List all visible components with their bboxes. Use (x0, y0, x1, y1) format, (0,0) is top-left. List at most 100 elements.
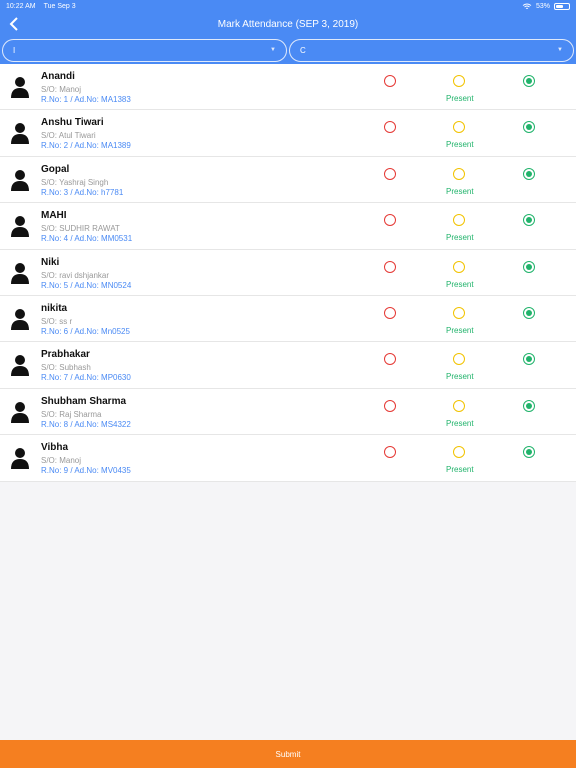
student-parent: S/O: Subhash (41, 363, 91, 373)
student-name: Anandi (41, 71, 75, 82)
present-radio[interactable] (523, 75, 535, 87)
student-parent: S/O: Manoj (41, 456, 82, 466)
student-parent: S/O: SUDHIR RAWAT (41, 224, 120, 234)
student-row: Prabhakar S/O: Subhash R.No: 7 / Ad.No: … (0, 342, 576, 389)
attendance-status: Present (446, 279, 474, 289)
student-name: Prabhakar (41, 349, 90, 361)
app-header: 10:22 AM Tue Sep 3 53% Mark Attendance (… (0, 0, 576, 64)
battery-percent: 53% (535, 2, 550, 10)
late-radio[interactable] (453, 167, 465, 180)
student-ids: R.No: 7 / Ad.No: MP0630 (41, 373, 131, 383)
student-row: Vibha S/O: Manoj R.No: 9 / Ad.No: MV0435… (0, 435, 576, 482)
person-icon (11, 448, 29, 470)
chevron-left-icon (9, 17, 18, 31)
late-radio[interactable] (453, 214, 465, 227)
student-row: Anshu Tiwari S/O: Atul Tiwari R.No: 2 / … (0, 110, 576, 157)
late-radio[interactable] (453, 121, 465, 134)
late-radio[interactable] (453, 353, 465, 366)
student-ids: R.No: 5 / Ad.No: MN0524 (41, 280, 132, 290)
title-bar: Mark Attendance (SEP 3, 2019) (0, 12, 576, 36)
chevron-down-icon: ▼ (270, 47, 276, 53)
battery-icon (554, 2, 570, 10)
person-icon (11, 169, 29, 191)
person-icon (11, 355, 29, 377)
person-icon (11, 401, 29, 423)
present-radio[interactable] (523, 167, 535, 180)
student-name: nikita (41, 302, 68, 314)
absent-radio[interactable] (384, 75, 396, 87)
person-icon (11, 77, 29, 98)
chevron-down-icon: ▼ (557, 47, 563, 53)
student-row: nikita S/O: ss r R.No: 6 / Ad.No: Mn0525… (0, 295, 576, 343)
absent-radio[interactable] (384, 167, 396, 180)
wifi-icon (522, 3, 532, 9)
student-ids: R.No: 4 / Ad.No: MM0531 (41, 234, 133, 244)
student-row: Shubham Sharma S/O: Raj Sharma R.No: 8 /… (0, 388, 576, 436)
person-icon (11, 308, 29, 330)
present-radio[interactable] (523, 399, 535, 412)
attendance-status: Present (446, 325, 474, 335)
student-parent: S/O: Atul Tiwari (41, 131, 96, 141)
student-row: Niki S/O: ravi dshjankar R.No: 5 / Ad.No… (0, 249, 576, 296)
absent-radio[interactable] (384, 446, 396, 459)
absent-radio[interactable] (384, 353, 396, 366)
page-title: Mark Attendance (SEP 3, 2019) (217, 18, 359, 30)
student-ids: R.No: 3 / Ad.No: h7781 (41, 187, 124, 197)
present-radio[interactable] (523, 306, 535, 319)
person-icon (11, 216, 29, 238)
student-name: Gopal (41, 163, 70, 175)
present-radio[interactable] (523, 121, 535, 134)
student-name: Shubham Sharma (41, 395, 127, 407)
student-ids: R.No: 6 / Ad.No: Mn0525 (41, 326, 130, 336)
student-name: Anshu Tiwari (41, 117, 104, 129)
student-ids: R.No: 9 / Ad.No: MV0435 (41, 466, 131, 476)
attendance-status: Present (446, 140, 474, 150)
late-radio[interactable] (453, 399, 465, 412)
filters: I ▼ C ▼ (2, 39, 574, 62)
back-button[interactable] (4, 14, 24, 34)
student-row: MAHI S/O: SUDHIR RAWAT R.No: 4 / Ad.No: … (0, 203, 576, 250)
status-time: 10:22 AM (6, 2, 36, 10)
student-parent: S/O: Yashraj Singh (41, 177, 109, 187)
absent-radio[interactable] (384, 260, 396, 273)
late-radio[interactable] (453, 446, 465, 459)
person-icon (11, 123, 29, 145)
student-name: MAHI (41, 210, 67, 222)
student-ids: R.No: 8 / Ad.No: MS4322 (41, 419, 131, 429)
submit-button[interactable]: Submit (0, 740, 576, 768)
student-parent: S/O: Manoj (41, 85, 82, 94)
status-date: Tue Sep 3 (43, 2, 76, 10)
class-select[interactable]: I ▼ (2, 39, 287, 62)
person-icon (11, 262, 29, 284)
section-select-value: C (300, 46, 306, 55)
student-parent: S/O: Raj Sharma (41, 409, 102, 419)
absent-radio[interactable] (384, 121, 396, 134)
attendance-status: Present (446, 465, 474, 475)
attendance-status: Present (446, 418, 474, 428)
late-radio[interactable] (453, 306, 465, 319)
student-ids: R.No: 1 / Ad.No: MA1383 (41, 95, 131, 104)
student-ids: R.No: 2 / Ad.No: MA1389 (41, 141, 131, 151)
student-parent: S/O: ravi dshjankar (41, 270, 110, 280)
absent-radio[interactable] (384, 399, 396, 412)
student-parent: S/O: ss r (41, 316, 73, 326)
attendance-status: Present (446, 372, 474, 382)
status-bar: 10:22 AM Tue Sep 3 53% (0, 0, 576, 12)
late-radio[interactable] (453, 260, 465, 273)
present-radio[interactable] (523, 260, 535, 273)
present-radio[interactable] (523, 446, 535, 459)
absent-radio[interactable] (384, 214, 396, 227)
section-select[interactable]: C ▼ (289, 39, 574, 62)
present-radio[interactable] (523, 214, 535, 227)
student-row: Gopal S/O: Yashraj Singh R.No: 3 / Ad.No… (0, 156, 576, 204)
attendance-status: Present (446, 233, 474, 243)
late-radio[interactable] (453, 75, 465, 87)
attendance-status: Present (446, 94, 474, 103)
student-name: Niki (41, 256, 60, 268)
student-row: Anandi S/O: Manoj R.No: 1 / Ad.No: MA138… (0, 64, 576, 111)
present-radio[interactable] (523, 353, 535, 366)
student-name: Vibha (41, 442, 69, 454)
class-select-value: I (13, 46, 16, 55)
absent-radio[interactable] (384, 306, 396, 319)
attendance-status: Present (446, 186, 474, 196)
